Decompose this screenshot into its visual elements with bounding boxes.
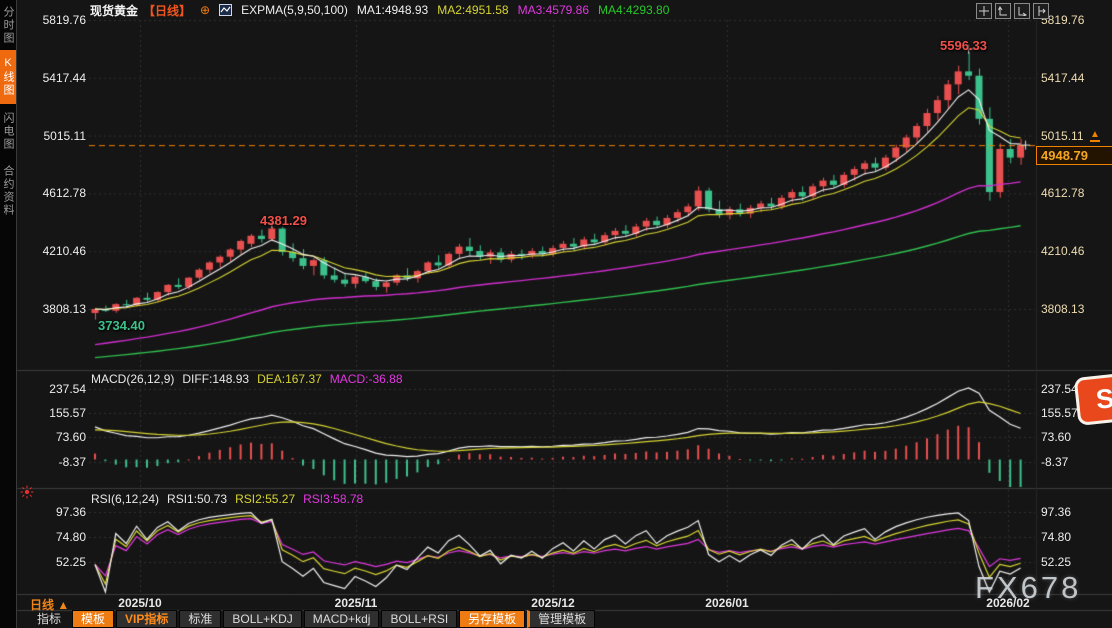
rsi1-value: RSI1:50.73: [167, 492, 227, 506]
scale-y-axis-icon[interactable]: [995, 3, 1011, 19]
chart-tool-icons: [976, 3, 1049, 19]
indicator-label: EXPMA(5,9,50,100): [241, 3, 348, 17]
macd-axis-label: 237.54: [20, 382, 86, 396]
macd-axis-label: 73.60: [20, 430, 86, 444]
ma3-value: MA3:4579.86: [518, 3, 589, 17]
toolbar-item-boll-rsi[interactable]: BOLL+RSI: [381, 610, 457, 628]
toolbar-item-macd-kdj[interactable]: MACD+kdj: [304, 610, 380, 628]
rsi-axis-label: 52.25: [1041, 555, 1111, 569]
x-axis-month-label: 2025/11: [335, 596, 378, 610]
macd-axis-label: 73.60: [1041, 430, 1111, 444]
sidebar-item-lightning[interactable]: 闪电图: [0, 104, 16, 157]
y-axis-label: 3808.13: [20, 302, 86, 316]
y-axis-label: 5417.44: [20, 71, 86, 85]
sidebar-item-contract-info[interactable]: 合约资料: [0, 157, 16, 223]
trading-app-window: 分时图 K线图 闪电图 合约资料 现货黄金 【日线】 ⊕ EXPMA(5,9,5…: [0, 0, 1112, 628]
rsi-axis-label: 97.36: [20, 505, 86, 519]
y-axis-label: 4210.46: [20, 244, 86, 258]
x-axis-month-label: 2026/01: [705, 596, 748, 610]
rsi-title: RSI(6,12,24): [91, 492, 159, 506]
rsi2-value: RSI2:55.27: [235, 492, 295, 506]
rsi3-value: RSI3:58.78: [303, 492, 363, 506]
y-axis-label: 5819.76: [1041, 13, 1111, 27]
macd-value: MACD:-36.88: [330, 372, 403, 386]
target-icon[interactable]: ⊕: [200, 3, 210, 17]
toolbar-item-standard[interactable]: 标准: [179, 610, 221, 628]
toolbar-item-template[interactable]: 模板: [72, 610, 114, 628]
rsi-axis-label: 52.25: [20, 555, 86, 569]
swing-high-annotation: 4381.29: [260, 213, 307, 228]
macd-diff-value: DIFF:148.93: [182, 372, 249, 386]
rsi-axis-label: 97.36: [1041, 505, 1111, 519]
toolbar-item-boll-kdj[interactable]: BOLL+KDJ: [223, 610, 301, 628]
y-axis-label: 4612.78: [20, 186, 86, 200]
sidebar-item-timeshare[interactable]: 分时图: [0, 0, 16, 50]
y-axis-label: 5819.76: [20, 13, 86, 27]
rsi-axis-label: 74.80: [1041, 530, 1111, 544]
ma4-value: MA4:4293.80: [598, 3, 669, 17]
chart-type-sidebar: 分时图 K线图 闪电图 合约资料: [0, 0, 17, 628]
sidebar-item-kline[interactable]: K线图: [0, 50, 16, 104]
template-toolbar: 指标 模板 VIP指标 标准 BOLL+KDJ MACD+kdj BOLL+RS…: [28, 610, 595, 628]
symbol-title: 现货黄金: [90, 2, 138, 19]
rsi-header: RSI(6,12,24) RSI1:50.73 RSI2:55.27 RSI3:…: [91, 492, 363, 506]
chart-header: 现货黄金 【日线】 ⊕ EXPMA(5,9,50,100) MA1:4948.9…: [90, 2, 669, 18]
ma2-value: MA2:4951.58: [437, 3, 508, 17]
toolbar-item-vip-indicators[interactable]: VIP指标: [116, 610, 177, 628]
watermark: FX678: [975, 570, 1081, 606]
y-axis-label: 5015.11: [20, 129, 86, 143]
y-axis-label: 3808.13: [1041, 302, 1111, 316]
price-marker-arrow-icon: ▲: [1090, 130, 1100, 142]
macd-dea-value: DEA:167.37: [257, 372, 322, 386]
rsi-axis-label: 74.80: [20, 530, 86, 544]
x-axis-month-label: 2025/10: [118, 596, 161, 610]
y-axis-label: 5417.44: [1041, 71, 1111, 85]
toolbar-item-manage-template[interactable]: 管理模板: [527, 610, 595, 628]
y-axis-label: 4210.46: [1041, 244, 1111, 258]
macd-axis-label: 155.57: [20, 406, 86, 420]
toolbar-item-indicators[interactable]: 指标: [28, 610, 70, 628]
ma1-value: MA1:4948.93: [357, 3, 428, 17]
y-axis-label: 4612.78: [1041, 186, 1111, 200]
current-price-box: 4948.79: [1036, 146, 1112, 165]
crosshair-move-icon[interactable]: [976, 3, 992, 19]
macd-axis-label: -8.37: [20, 455, 86, 469]
pan-right-icon[interactable]: [1033, 3, 1049, 19]
period-tag[interactable]: 【日线】: [143, 2, 191, 19]
macd-header: MACD(26,12,9) DIFF:148.93 DEA:167.37 MAC…: [91, 372, 403, 386]
macd-axis-label: -8.37: [1041, 455, 1111, 469]
scale-x-axis-icon[interactable]: [1014, 3, 1030, 19]
main-chart-canvas[interactable]: [0, 0, 1112, 628]
site-logo-badge: S: [1074, 372, 1112, 426]
indicator-chart-icon[interactable]: [219, 4, 232, 16]
indicator-settings-icon[interactable]: [20, 485, 34, 504]
y-axis-label: 5015.11: [1041, 129, 1111, 143]
low-price-annotation: 3734.40: [98, 318, 145, 333]
high-price-annotation: 5596.33: [940, 38, 987, 53]
toolbar-item-save-template[interactable]: 另存模板: [459, 610, 525, 628]
x-axis-month-label: 2025/12: [531, 596, 574, 610]
macd-title: MACD(26,12,9): [91, 372, 174, 386]
